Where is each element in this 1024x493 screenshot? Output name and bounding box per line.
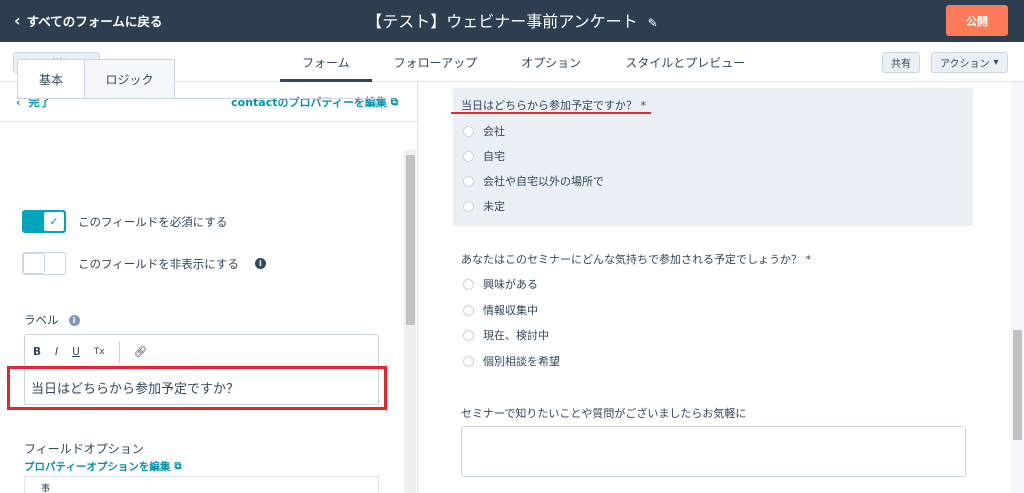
rich-text-toolbar: B I U Tx 🔗︎ [24,334,379,368]
actions-button[interactable]: アクション ▾ [931,52,1008,73]
field-subtabs: 基本 ロジック [17,59,175,99]
link-icon[interactable]: 🔗︎ [134,345,147,358]
option-label: 興味がある [483,278,538,291]
hidden-toggle-label: このフィールドを非表示にする [78,256,239,271]
pencil-icon[interactable]: ✎ [648,16,658,30]
radio-button[interactable] [463,150,474,162]
bold-button[interactable]: B [33,346,41,358]
edit-property-label: contactのプロパティーを編集 [231,96,387,109]
label-heading: ラベル i [24,312,80,328]
share-button[interactable]: 共有 [882,52,920,73]
option-card[interactable]: 事 [24,476,379,493]
tab-follow-up[interactable]: フォローアップ [372,42,500,82]
radio-button[interactable] [463,355,474,367]
radio-button[interactable] [463,200,474,212]
option-card-text: 事 [41,484,51,493]
tab-form[interactable]: フォーム [280,42,372,82]
caret-down-icon: ▾ [993,57,999,68]
left-scrollbar-thumb[interactable] [406,155,415,325]
hidden-toggle[interactable] [22,252,66,275]
option-label: 個別相談を希望 [483,355,560,368]
option-label: 現在、検討中 [483,329,549,342]
publish-button[interactable]: 公開 [946,5,1008,36]
q3-label: セミナーで知りたいことや質問がございましたらお気軽に [461,407,747,420]
external-link-icon: ⧉ [390,96,398,108]
underline-button[interactable]: U [72,346,80,358]
q1-option[interactable]: 未定 [463,198,505,214]
form-title-text: 【テスト】ウェビナー事前アンケート [366,12,638,31]
form-title[interactable]: 【テスト】ウェビナー事前アンケート ✎ [0,8,1024,32]
required-toggle-label: このフィールドを必須にする [78,214,228,229]
radio-button[interactable] [463,278,474,290]
q1-option[interactable]: 自宅 [463,148,505,164]
info-icon[interactable]: i [68,314,80,326]
clear-format-button[interactable]: Tx [94,347,105,357]
option-label: 未定 [483,200,505,213]
field-options-heading: フィールドオプション [24,442,144,456]
q1-option[interactable]: 会社 [463,123,505,139]
required-toggle[interactable]: ✓ [22,210,66,233]
field-edit-panel: ‹ 完了 contactのプロパティーを編集 ⧉ [0,82,418,493]
actions-label: アクション [940,59,990,70]
top-bar: ‹ すべてのフォームに戻る 【テスト】ウェビナー事前アンケート ✎ 公開 [0,0,1024,42]
edit-property-options-link[interactable]: プロパティーオプションを編集 ⧉ [24,459,182,474]
tab-options[interactable]: オプション [499,42,603,82]
required-toggle-row: ✓ このフィールドを必須にする [22,210,227,233]
label-heading-text: ラベル [24,313,59,327]
q2-option[interactable]: 現在、検討中 [463,327,549,343]
q2-option[interactable]: 興味がある [463,276,538,292]
tab-style-preview[interactable]: スタイルとプレビュー [603,42,767,82]
info-icon[interactable]: i [254,258,266,269]
q1-option[interactable]: 会社や自宅以外の場所で [463,173,604,189]
highlight-box [7,366,387,410]
italic-button[interactable]: I [55,346,58,358]
option-label: 自宅 [483,150,505,163]
option-label: 会社や自宅以外の場所で [483,175,604,188]
q2-label: あなたはこのセミナーにどんな気持ちで参加される予定でしょうか？ * [461,253,811,266]
toolbar-divider [118,340,120,363]
q1-label: 当日はどちらから参加予定ですか？ * [461,99,646,112]
q3-textarea[interactable] [461,426,966,477]
option-label: 会社 [483,125,505,138]
subtab-basic[interactable]: 基本 [17,59,85,99]
q1-underline [451,112,651,114]
subtab-divider [17,98,387,99]
q2-option[interactable]: 個別相談を希望 [463,353,560,369]
edit-options-label: プロパティーオプションを編集 [24,461,171,473]
radio-button[interactable] [463,125,474,137]
right-scrollbar-thumb[interactable] [1013,330,1022,440]
external-link-icon: ⧉ [174,461,182,472]
radio-button[interactable] [463,175,474,187]
editor-tabs: フォーム フォローアップ オプション スタイルとプレビュー [280,42,767,82]
hidden-toggle-row: このフィールドを非表示にする i [22,252,266,275]
radio-button[interactable] [463,329,474,341]
radio-button[interactable] [463,304,474,316]
q2-option[interactable]: 情報収集中 [463,302,538,318]
option-label: 情報収集中 [483,304,538,317]
check-icon: ✓ [43,211,65,232]
edit-contact-property-link[interactable]: contactのプロパティーを編集 ⧉ [231,94,398,110]
subtab-logic[interactable]: ロジック [85,59,175,99]
